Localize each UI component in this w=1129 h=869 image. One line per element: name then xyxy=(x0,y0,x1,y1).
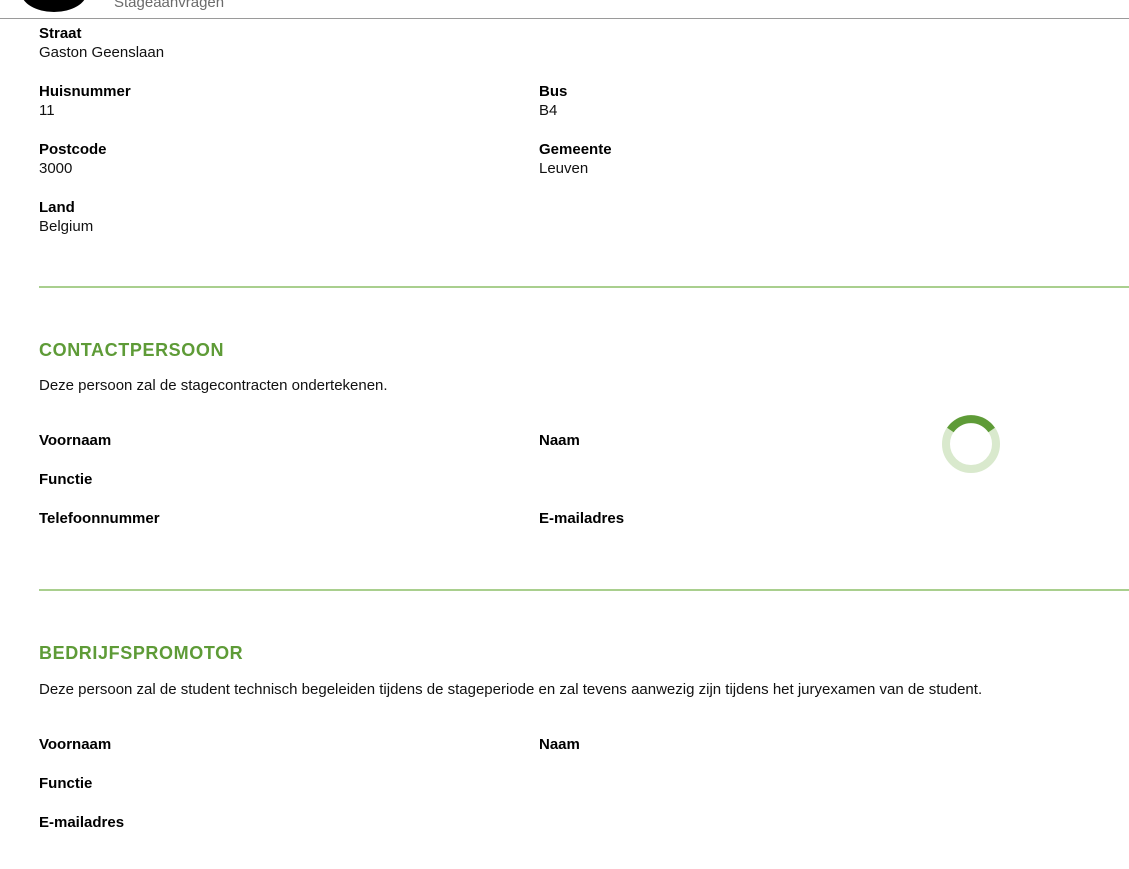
promotor-lastname-label: Naam xyxy=(539,736,580,753)
promotor-firstname-label: Voornaam xyxy=(39,736,112,753)
section-divider xyxy=(39,589,1129,591)
postcode-label: Postcode xyxy=(39,141,107,158)
contact-email-label: E-mailadres xyxy=(539,510,625,527)
promotor-email-label: E-mailadres xyxy=(39,814,125,831)
loading-spinner-icon xyxy=(942,415,1000,473)
street-value: Gaston Geenslaan xyxy=(39,44,165,61)
promotor-section-description: Deze persoon zal de student technisch be… xyxy=(39,681,983,698)
promotor-section-title: BEDRIJFSPROMOTOR xyxy=(39,643,244,663)
postcode-value: 3000 xyxy=(39,160,73,177)
promotor-function-label: Functie xyxy=(39,775,93,792)
contact-section-title: CONTACTPERSOON xyxy=(39,340,225,360)
logo[interactable] xyxy=(21,0,87,12)
section-divider xyxy=(39,286,1129,288)
bus-value: B4 xyxy=(539,102,558,119)
contact-lastname-label: Naam xyxy=(539,432,580,449)
street-label: Straat xyxy=(39,25,82,42)
city-value: Leuven xyxy=(539,160,589,177)
contact-section-description: Deze persoon zal de stagecontracten onde… xyxy=(39,377,388,394)
country-value: Belgium xyxy=(39,218,94,235)
header-subtitle: Stageaanvragen xyxy=(114,0,225,11)
house-number-label: Huisnummer xyxy=(39,83,131,100)
country-label: Land xyxy=(39,199,75,216)
city-label: Gemeente xyxy=(539,141,612,158)
contact-function-label: Functie xyxy=(39,471,93,488)
bus-label: Bus xyxy=(539,83,568,100)
app-header: Stageaanvragen xyxy=(0,0,1129,19)
contact-firstname-label: Voornaam xyxy=(39,432,112,449)
house-number-value: 11 xyxy=(39,102,55,119)
contact-phone-label: Telefoonnummer xyxy=(39,510,160,527)
